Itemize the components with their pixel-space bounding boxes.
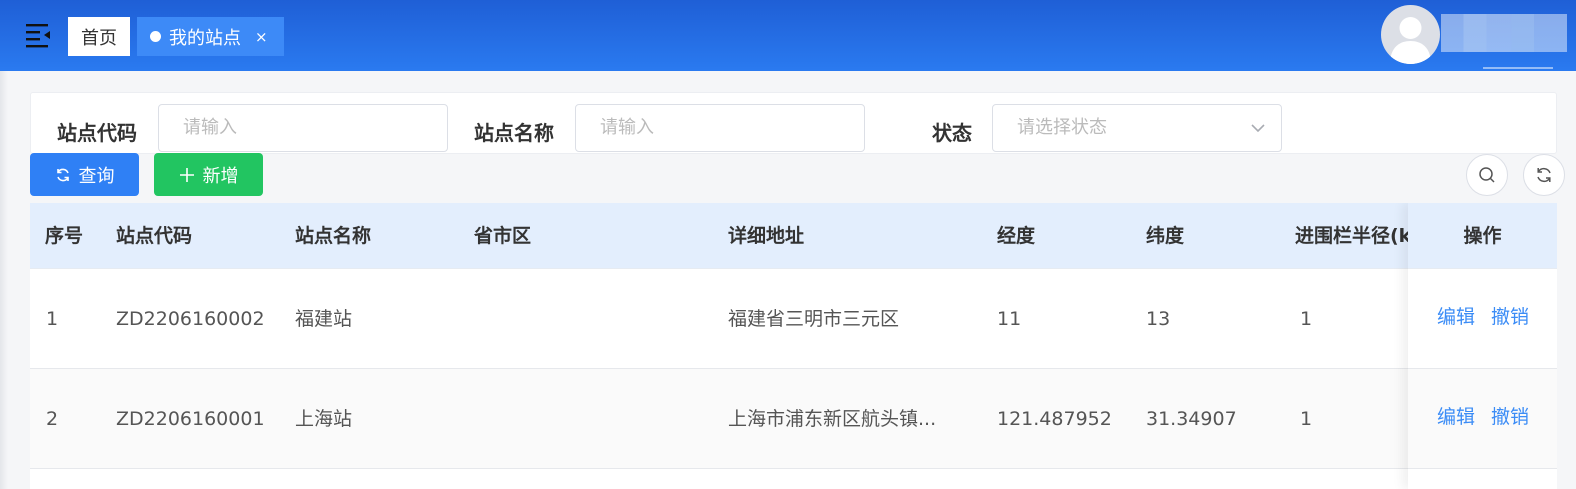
column-header-name[interactable]: 站点名称 (295, 203, 371, 269)
station-table: 序号 站点代码 站点名称 省市区 详细地址 经度 纬度 进围栏半径(k 1 ZD… (30, 203, 1557, 489)
status-label: 状态 (932, 121, 972, 145)
sidebar-edge (0, 71, 8, 489)
reload-icon (1537, 167, 1551, 183)
chevron-down-icon (1251, 124, 1265, 133)
tab-close-icon[interactable]: × (255, 28, 268, 46)
cell-index: 2 (46, 408, 59, 430)
query-button-label: 查询 (78, 165, 115, 187)
column-header-actions: 操作 (1408, 203, 1557, 269)
active-dot-icon (150, 31, 161, 42)
column-header-region[interactable]: 省市区 (474, 203, 531, 269)
cell-address: 上海市浦东新区航头镇... (728, 408, 937, 430)
search-icon (1479, 167, 1495, 183)
cell-code: ZD2206160001 (116, 408, 265, 430)
cell-longitude: 11 (997, 308, 1022, 330)
station-code-label: 站点代码 (57, 121, 137, 145)
add-button[interactable]: 新增 (154, 153, 263, 196)
revoke-link[interactable]: 撤销 (1491, 369, 1529, 465)
cell-radius: 1 (1300, 308, 1313, 330)
cell-code: ZD2206160002 (116, 308, 265, 330)
column-header-code[interactable]: 站点代码 (116, 203, 192, 269)
tab-home-label: 首页 (81, 27, 117, 49)
column-header-address[interactable]: 详细地址 (728, 203, 804, 269)
username-underline (1483, 67, 1553, 69)
toggle-search-button[interactable] (1466, 154, 1508, 196)
refresh-icon (56, 168, 69, 181)
plus-icon (179, 167, 194, 182)
username-mosaic[interactable] (1441, 14, 1567, 52)
tab-home[interactable]: 首页 (68, 17, 130, 56)
cell-address: 福建省三明市三元区 (728, 308, 900, 330)
edit-link[interactable]: 编辑 (1437, 269, 1475, 365)
status-select[interactable]: 请选择状态 (992, 104, 1282, 152)
station-name-input[interactable]: 请输入 (575, 104, 865, 152)
actions-cell: 编辑 撤销 (1408, 369, 1557, 469)
cell-latitude: 13 (1146, 308, 1171, 330)
refresh-table-button[interactable] (1523, 154, 1565, 196)
column-header-index[interactable]: 序号 (45, 203, 83, 269)
tab-my-stations[interactable]: 我的站点 × (137, 17, 284, 56)
column-header-longitude[interactable]: 经度 (997, 203, 1035, 269)
revoke-link[interactable]: 撤销 (1491, 269, 1529, 365)
actions-cell: 编辑 撤销 (1408, 269, 1557, 369)
table-row: 1 ZD2206160002 福建站 福建省三明市三元区 11 13 1 (30, 269, 1557, 369)
query-button[interactable]: 查询 (30, 153, 139, 196)
cell-index: 1 (46, 308, 59, 330)
cell-name: 上海站 (295, 408, 353, 430)
fixed-actions-column: 操作 编辑 撤销 编辑 撤销 (1408, 203, 1557, 489)
tab-my-stations-label: 我的站点 (169, 27, 241, 49)
menu-fold-icon[interactable] (24, 22, 52, 48)
add-button-label: 新增 (202, 165, 239, 187)
table-row: 2 ZD2206160001 上海站 上海市浦东新区航头镇... 121.487… (30, 369, 1557, 469)
user-avatar-icon[interactable] (1381, 5, 1440, 64)
station-code-input[interactable]: 请输入 (158, 104, 448, 152)
cell-longitude: 121.487952 (997, 408, 1112, 430)
station-name-label: 站点名称 (474, 121, 554, 145)
top-header: 首页 我的站点 × (0, 0, 1576, 71)
cell-name: 福建站 (295, 308, 353, 330)
column-header-radius[interactable]: 进围栏半径(k (1295, 203, 1411, 269)
cell-latitude: 31.34907 (1146, 408, 1237, 430)
cell-radius: 1 (1300, 408, 1313, 430)
table-header: 序号 站点代码 站点名称 省市区 详细地址 经度 纬度 进围栏半径(k (30, 203, 1557, 269)
edit-link[interactable]: 编辑 (1437, 369, 1475, 465)
status-select-placeholder: 请选择状态 (1017, 117, 1107, 138)
column-header-latitude[interactable]: 纬度 (1146, 203, 1184, 269)
